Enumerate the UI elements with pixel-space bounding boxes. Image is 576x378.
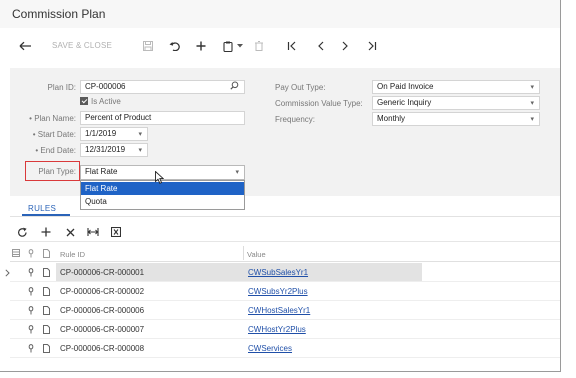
rule-id-cell[interactable]: CP-000006-CR-000007 (60, 325, 144, 334)
rule-id-cell[interactable]: CP-000006-CR-000008 (60, 344, 144, 353)
tab-rules[interactable]: RULES (28, 204, 56, 213)
back-arrow-icon[interactable] (18, 40, 32, 52)
chevron-down-icon[interactable]: ▾ (235, 167, 239, 179)
end-date-value: 12/31/2019 (85, 145, 126, 154)
chevron-down-icon[interactable]: ▾ (530, 98, 534, 109)
previous-record-icon[interactable] (316, 40, 326, 52)
attachment-icon[interactable] (26, 343, 36, 353)
column-divider[interactable] (243, 246, 244, 260)
tab-strip-divider (10, 216, 560, 217)
delete-row-icon[interactable] (64, 226, 76, 238)
plan-name-label: • Plan Name: (29, 114, 76, 123)
form-toolbar: SAVE & CLOSE (0, 30, 560, 60)
commission-value-type-select[interactable]: Generic Inquiry ▾ (372, 96, 540, 110)
grid-header (10, 244, 560, 262)
plan-type-value: Flat Rate (85, 167, 118, 176)
window-frame-bottom (0, 371, 561, 372)
chevron-down-icon[interactable]: ▾ (530, 82, 534, 93)
chevron-down-icon[interactable] (236, 40, 244, 52)
save-icon[interactable] (142, 40, 154, 52)
notes-icon[interactable] (41, 267, 51, 277)
next-record-icon[interactable] (340, 40, 350, 52)
window-frame-right (560, 0, 561, 372)
add-row-icon[interactable] (40, 226, 52, 238)
current-row-chevron-icon (3, 268, 11, 277)
pay-out-type-label: Pay Out Type: (275, 83, 326, 92)
value-link[interactable]: CWHostYr2Plus (248, 325, 306, 334)
attachment-icon[interactable] (26, 305, 36, 315)
is-active-checkbox[interactable] (80, 97, 88, 105)
frequency-select[interactable]: Monthly ▾ (372, 112, 540, 126)
frequency-label: Frequency: (275, 115, 316, 124)
column-header-value[interactable]: Value (247, 250, 266, 259)
files-icon[interactable] (11, 248, 21, 258)
plan-name-value: Percent of Product (85, 113, 152, 122)
plan-id-label: Plan ID: (47, 83, 76, 92)
value-link[interactable]: CWServices (248, 344, 292, 353)
undo-icon[interactable] (168, 40, 181, 52)
start-date-label: • Start Date: (32, 130, 76, 139)
pay-out-type-select[interactable]: On Paid Invoice ▾ (372, 80, 540, 94)
end-date-field[interactable]: 12/31/2019 ▾ (80, 143, 148, 157)
start-date-value: 1/1/2019 (85, 129, 117, 138)
end-date-label: • End Date: (35, 146, 76, 155)
mouse-cursor-icon (154, 170, 164, 184)
attachment-icon[interactable] (26, 267, 36, 277)
notes-icon[interactable] (41, 324, 51, 334)
plan-type-label: Plan Type: (38, 167, 76, 176)
rule-id-cell[interactable]: CP-000006-CR-000002 (60, 287, 144, 296)
plan-name-field[interactable]: Percent of Product (80, 111, 245, 125)
last-record-icon[interactable] (366, 40, 378, 52)
plan-id-value: CP-000006 (85, 82, 126, 91)
add-icon[interactable] (195, 40, 207, 52)
commission-value-type-value: Generic Inquiry (377, 98, 432, 107)
value-link[interactable]: CWHostSalesYr1 (248, 306, 310, 315)
plan-id-field[interactable]: CP-000006 (80, 80, 245, 94)
rule-id-cell[interactable]: CP-000006-CR-000001 (60, 268, 144, 277)
column-header-rule-id[interactable]: Rule ID (60, 250, 85, 259)
first-record-icon[interactable] (286, 40, 298, 52)
is-active-label: Is Active (91, 97, 121, 106)
commission-value-type-label: Commission Value Type: (275, 99, 363, 108)
attachment-icon[interactable] (26, 324, 36, 334)
value-link[interactable]: CWSubSalesYr1 (248, 268, 308, 277)
save-close-button[interactable]: SAVE & CLOSE (52, 41, 112, 50)
chevron-down-icon[interactable]: ▾ (138, 129, 142, 140)
attachment-icon[interactable] (26, 286, 36, 296)
delete-icon[interactable] (254, 40, 264, 52)
title-bar: Commission Plan (0, 0, 560, 28)
refresh-icon[interactable] (16, 226, 28, 238)
start-date-field[interactable]: 1/1/2019 ▾ (80, 127, 148, 141)
attachment-icon[interactable] (26, 248, 36, 258)
copy-paste-icon[interactable] (222, 40, 234, 52)
notes-icon[interactable] (41, 343, 51, 353)
page-title: Commission Plan (12, 7, 106, 21)
export-to-excel-icon[interactable] (110, 226, 122, 238)
notes-icon[interactable] (41, 248, 51, 258)
frequency-value: Monthly (377, 114, 406, 123)
notes-icon[interactable] (41, 286, 51, 296)
chevron-down-icon[interactable]: ▾ (138, 145, 142, 156)
value-link[interactable]: CWSubsYr2Plus (248, 287, 308, 296)
grid-toolbar-divider (10, 241, 560, 242)
rule-id-cell[interactable]: CP-000006-CR-000006 (60, 306, 144, 315)
notes-icon[interactable] (41, 305, 51, 315)
chevron-down-icon[interactable]: ▾ (530, 114, 534, 125)
plan-type-option-quota[interactable]: Quota (81, 195, 244, 208)
fit-to-screen-icon[interactable] (86, 226, 100, 238)
pay-out-type-value: On Paid Invoice (377, 82, 434, 91)
plan-type-dropdown-list: Flat Rate Quota (80, 180, 245, 210)
search-icon[interactable] (230, 81, 239, 93)
